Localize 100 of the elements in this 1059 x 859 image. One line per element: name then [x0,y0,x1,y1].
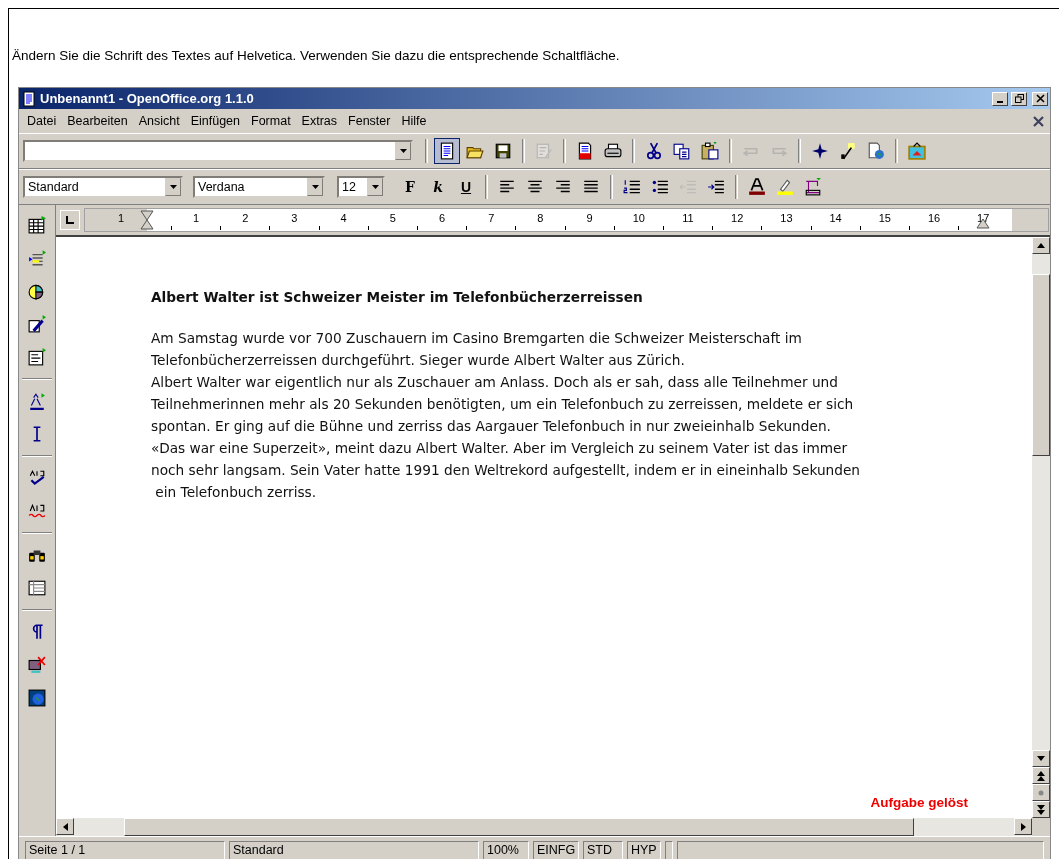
ruler-number: 7 [488,212,495,224]
copy-icon [673,142,691,160]
pie-chart-icon [28,282,46,300]
caret-icon [311,185,319,189]
ruler-number: 3 [291,212,298,224]
ruler-number: 4 [340,212,347,224]
menu-item[interactable]: Fenster [346,112,399,130]
background-color-icon [804,178,822,196]
text-line: noch sehr langsam. Sein Vater hatte 1991 den Weltrekord aufgestellt, indem er in eineinhalb Sekunden [151,461,862,480]
ruler-number: 13 [780,212,793,224]
bullet-list-icon [651,178,669,196]
text-line: spontan. Er ging auf die Bühne und zerriss das Aargauer Telefonbuch in nur zweieinhalb Sekunden. [151,417,832,436]
scroll-left-button[interactable] [56,818,74,835]
ruler-number: 6 [438,212,446,224]
right-arrow-icon [1020,822,1026,831]
toolbar-button[interactable] [434,138,460,164]
ruler-number: 1 [117,212,125,224]
restore-icon [1014,94,1024,103]
globe-document-icon [867,142,885,160]
menu-item[interactable]: Bearbeiten [65,112,136,130]
ruler-number: 16 [927,212,941,224]
menu-item[interactable]: Einfügen [188,112,248,130]
clipboard-icon [701,142,719,160]
up-arrow-icon [1037,243,1045,248]
spellcheck-icon [28,469,46,487]
url-field[interactable] [23,140,413,162]
status-field: Standard [229,841,479,859]
crossed-monitor-icon [28,656,46,674]
text-line: Am Samstag wurde vor 700 Zuschauern im Casino Bremgarten die Schweizer Meisterschaft im [151,329,803,348]
menu-item[interactable]: Ansicht [136,112,188,130]
ruler-number: 17 [977,212,990,224]
printer-icon [604,142,622,160]
scroll-down-button[interactable] [1032,750,1050,767]
menu-item[interactable]: Hilfe [399,112,435,130]
tab-stop-icon [66,216,74,224]
horizontal-scrollbar[interactable] [56,818,1032,836]
navigation-button[interactable] [1032,784,1050,801]
status-field: EINFG [533,841,579,859]
italic-button[interactable]: k [425,174,451,200]
compass-star-icon [811,142,829,160]
pdf-document-icon [576,142,594,160]
menu-item[interactable]: Datei [25,112,65,130]
font-name-field[interactable]: Verdana [193,176,325,198]
caret-icon [399,149,407,153]
ruler-number: 5 [389,212,396,224]
close-button[interactable] [1032,91,1048,106]
picture-frame-icon [908,142,926,160]
next-page-button[interactable] [1032,801,1050,818]
highlighter-icon [776,178,794,196]
text-line: Teilnehmerinnen mehr als 20 Sekunden benötigten, um ein Telefonbuch zu zerreissen, meldete er sich [151,395,855,414]
underline-button[interactable]: U [453,174,479,200]
status-field: Seite 1 / 1 [25,841,225,859]
feedback-message: Aufgabe gelöst [870,795,968,810]
scroll-right-button[interactable] [1014,818,1032,835]
floppy-icon [494,142,512,160]
menu-item[interactable]: Extras [299,112,346,130]
numbered-list-icon [623,178,641,196]
caret-icon [371,185,379,189]
font-size-field[interactable]: 12 [337,176,385,198]
minimize-button[interactable] [992,91,1008,106]
text-line: Telefonbücherzerreissen durchgeführt. Sieger wurde Albert Walter aus Zürich. [151,351,686,370]
previous-page-button[interactable] [1032,767,1050,784]
down-arrow-icon [1037,756,1045,761]
paragraph-style-field[interactable]: Standard [23,176,183,198]
close-document-icon[interactable] [1033,115,1044,127]
dot-icon [1038,789,1044,796]
field-list-icon [28,249,46,267]
close-icon [1035,94,1045,103]
restore-button[interactable] [1011,91,1027,106]
letter-color-icon [748,178,766,196]
scissors-icon [645,142,663,160]
menu-item[interactable]: Format [249,112,299,130]
document-icon [21,90,37,107]
document-heading: Albert Walter ist Schweizer Meister im Telefonbücherzerreissen [151,289,644,305]
tab-stop-button[interactable] [60,210,80,230]
ruler-margin [1012,209,1048,231]
ruler-number: 9 [586,212,593,224]
vertical-scrollbar[interactable] [1032,237,1050,818]
indent-marker-icon[interactable] [140,210,154,230]
form-icon [28,348,46,366]
status-field: 100% [483,841,529,859]
bold-button[interactable]: F [397,174,423,200]
double-down-arrow-icon [1037,804,1045,815]
table-icon [28,216,46,234]
ruler-number: 15 [878,212,891,224]
text-line: Albert Walter war eigentlich nur als Zuschauer am Anlass. Doch als er sah, dass alle Teilnehmer und [151,373,839,392]
data-table-icon [28,579,46,597]
text-line: ein Telefonbuch zerriss. [154,483,318,502]
scroll-up-button[interactable] [1032,237,1050,254]
instruction-text: Ändern Sie die Schrift des Textes auf Helvetica. Verwenden Sie dazu die entsprechende Schaltfläche. [12,47,620,65]
ruler-number: 11 [682,212,694,224]
indent-increase-icon [707,178,725,196]
ruler-number: 12 [731,212,744,224]
ruler-number: 1 [192,212,200,224]
ruler-number: 2 [242,212,249,224]
double-up-arrow-icon [1037,770,1045,781]
wand-icon [839,142,857,160]
auto-spellcheck-icon [28,502,46,520]
caret-icon [169,185,177,189]
document-icon [438,142,456,160]
